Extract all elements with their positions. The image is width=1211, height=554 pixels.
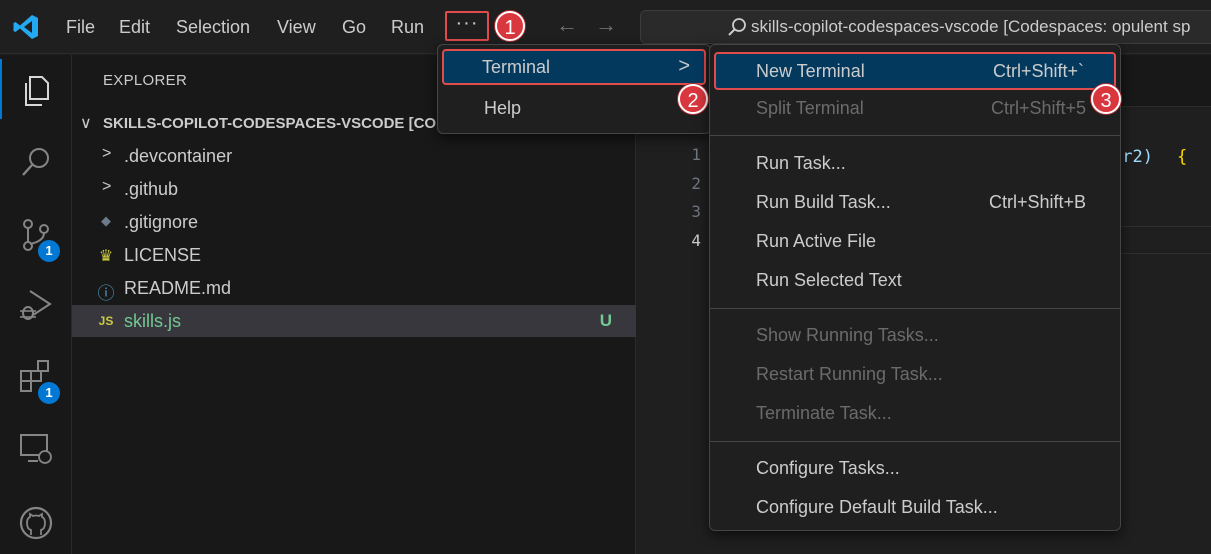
license-file-icon: ♛ [98,248,114,265]
menu-item-shortcut: Ctrl+Shift+5 [990,98,1086,118]
line-number: 2 [691,174,701,193]
forward-arrow-icon[interactable]: → [595,12,617,38]
tree-item-devcontainer[interactable]: > .devcontainer [72,140,636,172]
menu-item-label: Run Active File [756,231,877,251]
activity-source-control[interactable]: 1 [0,203,72,263]
menu-item-terminate-task[interactable]: Terminate Task... [714,396,1116,432]
line-number: 1 [691,145,701,164]
menu-separator [710,135,1120,136]
chevron-right-icon: > [102,178,112,195]
chevron-down-icon: ∨ [80,115,92,132]
menu-item-configure-tasks[interactable]: Configure Tasks... [714,451,1116,487]
menu-item-run-build-task[interactable]: Run Build Task... Ctrl+Shift+B [714,185,1116,221]
chevron-right-icon: > [678,55,690,77]
menu-item-shortcut: Ctrl+Shift+B [988,192,1086,212]
tree-item-skills-js[interactable]: JS skills.js U [72,305,636,337]
menu-item-label: Run Selected Text [756,270,902,290]
source-control-badge: 1 [38,240,60,262]
git-file-icon: ◆ [101,213,111,228]
step-badge-2: 2 [678,84,708,114]
menu-item-shortcut: Ctrl+Shift+` [992,61,1084,81]
menu-item-label: Help [484,98,522,118]
menu-run[interactable]: Run [391,15,424,39]
step-badge-1: 1 [495,11,525,41]
menu-item-configure-default-build-task[interactable]: Configure Default Build Task... [714,490,1116,526]
more-menus-button[interactable]: ··· [445,11,489,41]
tree-item-license[interactable]: ♛ LICENSE [72,239,636,271]
info-file-icon: ⓘ [97,284,115,303]
menu-item-terminal[interactable]: Terminal > [442,49,706,85]
back-arrow-icon[interactable]: ← [556,12,578,38]
activity-extensions[interactable]: 1 [0,345,72,405]
menu-item-label: Split Terminal [756,98,864,118]
menu-item-run-active-file[interactable]: Run Active File [714,224,1116,260]
extensions-badge: 1 [38,382,60,404]
tree-item-label: LICENSE [124,245,202,265]
activity-remote-explorer[interactable] [0,417,72,477]
menu-item-run-task[interactable]: Run Task... [714,146,1116,182]
line-number: 3 [691,202,701,221]
menu-item-new-terminal[interactable]: New Terminal Ctrl+Shift+` [714,52,1116,90]
remote-explorer-icon [20,434,52,464]
menu-item-label: Terminate Task... [756,403,892,423]
menu-separator [710,441,1120,442]
menu-file[interactable]: File [66,15,95,39]
menu-item-run-selected-text[interactable]: Run Selected Text [714,263,1116,299]
vscode-logo-icon [13,15,38,39]
activity-bar: 1 1 [0,55,72,554]
tree-item-readme[interactable]: ⓘ README.md [72,272,636,304]
menu-item-split-terminal[interactable]: Split Terminal Ctrl+Shift+5 [714,91,1116,127]
menu-item-help[interactable]: Help > [442,91,706,127]
step-badge-3: 3 [1091,84,1121,114]
menu-item-label: New Terminal [756,61,865,81]
menu-item-show-running-tasks[interactable]: Show Running Tasks... [714,318,1116,354]
search-icon [22,148,49,176]
terminal-submenu: New Terminal Ctrl+Shift+` Split Terminal… [709,44,1121,531]
activity-search[interactable] [0,131,72,191]
tree-item-label: skills.js [124,311,181,331]
menu-item-restart-running-task[interactable]: Restart Running Task... [714,357,1116,393]
command-center-search[interactable]: skills-copilot-codespaces-vscode [Codesp… [640,10,1211,44]
tree-item-label: .devcontainer [124,146,233,166]
github-icon [19,506,53,540]
menu-selection[interactable]: Selection [176,15,250,39]
menu-go[interactable]: Go [342,15,366,39]
menu-item-label: Run Build Task... [756,192,891,212]
explorer-icon [25,76,49,106]
tree-item-gitignore[interactable]: ◆ .gitignore [72,206,636,238]
menu-view[interactable]: View [277,15,316,39]
menu-item-label: Run Task... [756,153,846,173]
menu-item-label: Configure Default Build Task... [756,497,998,517]
search-text: skills-copilot-codespaces-vscode [Codesp… [751,17,1191,36]
menu-item-label: Configure Tasks... [756,458,900,478]
tree-item-label: .github [124,179,179,199]
activity-github[interactable] [0,491,72,551]
menu-edit[interactable]: Edit [119,15,150,39]
menu-item-label: Show Running Tasks... [756,325,939,345]
search-icon [728,18,746,36]
line-number: 4 [691,231,701,250]
chevron-right-icon: > [102,145,112,162]
activity-explorer[interactable] [0,59,72,119]
menu-item-label: Terminal [482,57,551,77]
sidebar-title: EXPLORER [103,72,188,89]
code-brace[interactable]: { [1177,147,1187,167]
tree-item-label: .gitignore [124,212,199,232]
menu-item-label: Restart Running Task... [756,364,943,384]
run-debug-icon [20,290,52,320]
activity-run-debug[interactable] [0,273,72,333]
more-menu-dropdown: Terminal > Help > [437,44,711,134]
menu-separator [710,308,1120,309]
tree-item-label: README.md [124,278,232,298]
untracked-status-badge: U [599,311,612,330]
javascript-file-icon: JS [98,314,114,328]
tree-item-github[interactable]: > .github [72,173,636,205]
